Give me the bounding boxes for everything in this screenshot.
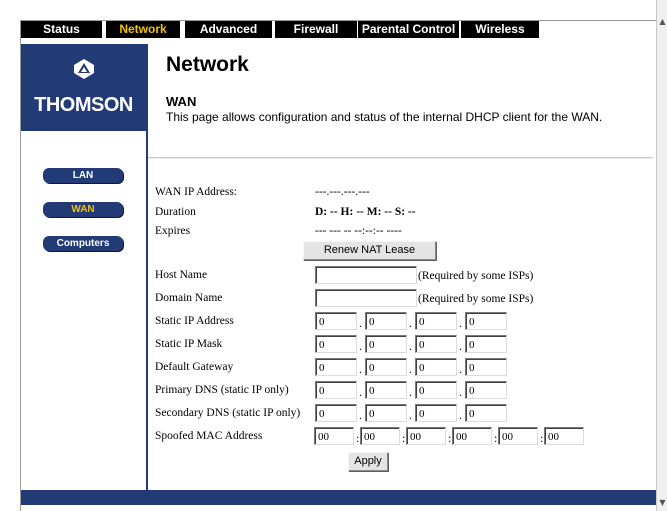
section-title: WAN xyxy=(166,94,197,109)
mac-byte-1[interactable] xyxy=(314,427,354,445)
mac-byte-5[interactable] xyxy=(498,427,538,445)
gateway-octet-4[interactable] xyxy=(465,358,507,376)
ip-separator: . xyxy=(359,339,362,353)
mac-byte-3[interactable] xyxy=(406,427,446,445)
mac-separator: : xyxy=(448,431,452,445)
domain-name-note: (Required by some ISPs) xyxy=(418,293,534,305)
tab-network[interactable]: Network xyxy=(106,21,180,38)
sidebar-item-wan[interactable]: WAN xyxy=(43,202,123,217)
ip-separator: . xyxy=(409,362,412,376)
gateway-octet-1[interactable] xyxy=(315,358,357,376)
sidebar-item-computers[interactable]: Computers xyxy=(43,236,123,251)
static-mask-octet-2[interactable] xyxy=(365,335,407,353)
static-mask-octet-1[interactable] xyxy=(315,335,357,353)
sidebar-divider xyxy=(146,44,148,490)
host-name-label: Host Name xyxy=(155,269,208,281)
ip-separator: . xyxy=(459,316,462,330)
expires-value: --- --- -- --:--:-- ---- xyxy=(315,225,402,237)
mac-byte-2[interactable] xyxy=(360,427,400,445)
tab-advanced[interactable]: Advanced xyxy=(185,21,272,38)
ip-separator: . xyxy=(359,408,362,422)
section-description: This page allows configuration and statu… xyxy=(166,110,603,124)
ip-separator: . xyxy=(409,316,412,330)
ip-separator: . xyxy=(359,385,362,399)
primary-dns-octet-1[interactable] xyxy=(315,381,357,399)
ip-separator: . xyxy=(359,316,362,330)
ip-separator: . xyxy=(359,362,362,376)
mac-byte-6[interactable] xyxy=(544,427,584,445)
footer-bar xyxy=(21,490,656,505)
mac-separator: : xyxy=(540,431,544,445)
ip-separator: . xyxy=(459,339,462,353)
scroll-up-arrow-icon[interactable]: ▲ xyxy=(658,17,667,27)
mac-label: Spoofed MAC Address xyxy=(155,430,263,442)
static-ip-octet-2[interactable] xyxy=(365,312,407,330)
gateway-label: Default Gateway xyxy=(155,361,234,373)
mac-separator: : xyxy=(494,431,498,445)
top-tab-bar: Status Network Advanced Firewall Parenta… xyxy=(21,21,656,39)
scroll-down-arrow-icon[interactable]: ▼ xyxy=(658,498,667,508)
secondary-dns-label: Secondary DNS (static IP only) xyxy=(155,407,301,419)
brand-name: THOMSON xyxy=(34,94,133,116)
mac-byte-4[interactable] xyxy=(452,427,492,445)
secondary-dns-octet-1[interactable] xyxy=(315,404,357,422)
tab-parental-control[interactable]: Parental Control xyxy=(358,21,459,38)
domain-name-input[interactable] xyxy=(315,289,417,307)
ip-separator: . xyxy=(459,385,462,399)
primary-dns-octet-4[interactable] xyxy=(465,381,507,399)
expires-label: Expires xyxy=(155,225,191,237)
sidebar-item-lan[interactable]: LAN xyxy=(43,168,123,183)
tab-wireless[interactable]: Wireless xyxy=(461,21,539,38)
secondary-dns-octet-3[interactable] xyxy=(415,404,457,422)
primary-dns-octet-2[interactable] xyxy=(365,381,407,399)
wan-ip-value: ---.---.---.--- xyxy=(315,186,370,198)
gateway-octet-3[interactable] xyxy=(415,358,457,376)
apply-button[interactable]: Apply xyxy=(348,452,388,471)
page-title: Network xyxy=(166,53,249,76)
duration-value: D: -- H: -- M: -- S: -- xyxy=(315,206,416,218)
duration-label: Duration xyxy=(155,206,196,218)
wan-ip-label: WAN IP Address: xyxy=(155,186,237,198)
ip-separator: . xyxy=(459,408,462,422)
host-name-input[interactable] xyxy=(315,266,417,284)
ip-separator: . xyxy=(409,339,412,353)
secondary-dns-octet-4[interactable] xyxy=(465,404,507,422)
gateway-octet-2[interactable] xyxy=(365,358,407,376)
host-name-note: (Required by some ISPs) xyxy=(418,270,534,282)
ip-separator: . xyxy=(409,385,412,399)
mac-separator: : xyxy=(402,431,406,445)
static-ip-octet-4[interactable] xyxy=(465,312,507,330)
tab-firewall[interactable]: Firewall xyxy=(275,21,357,38)
mac-separator: : xyxy=(356,431,360,445)
static-ip-label: Static IP Address xyxy=(155,315,234,327)
brand-logo: THOMSON xyxy=(21,44,146,131)
domain-name-label: Domain Name xyxy=(155,292,223,304)
header-divider xyxy=(148,157,653,159)
static-mask-octet-3[interactable] xyxy=(415,335,457,353)
secondary-dns-octet-2[interactable] xyxy=(365,404,407,422)
vertical-scrollbar[interactable]: ▲ ▼ xyxy=(656,0,667,511)
tab-status[interactable]: Status xyxy=(21,21,102,38)
primary-dns-label: Primary DNS (static IP only) xyxy=(155,384,289,396)
thomson-logo-icon xyxy=(74,59,94,79)
static-mask-label: Static IP Mask xyxy=(155,338,223,350)
static-ip-octet-1[interactable] xyxy=(315,312,357,330)
static-mask-octet-4[interactable] xyxy=(465,335,507,353)
primary-dns-octet-3[interactable] xyxy=(415,381,457,399)
ip-separator: . xyxy=(409,408,412,422)
static-ip-octet-3[interactable] xyxy=(415,312,457,330)
renew-nat-lease-button[interactable]: Renew NAT Lease xyxy=(303,241,436,260)
ip-separator: . xyxy=(459,362,462,376)
